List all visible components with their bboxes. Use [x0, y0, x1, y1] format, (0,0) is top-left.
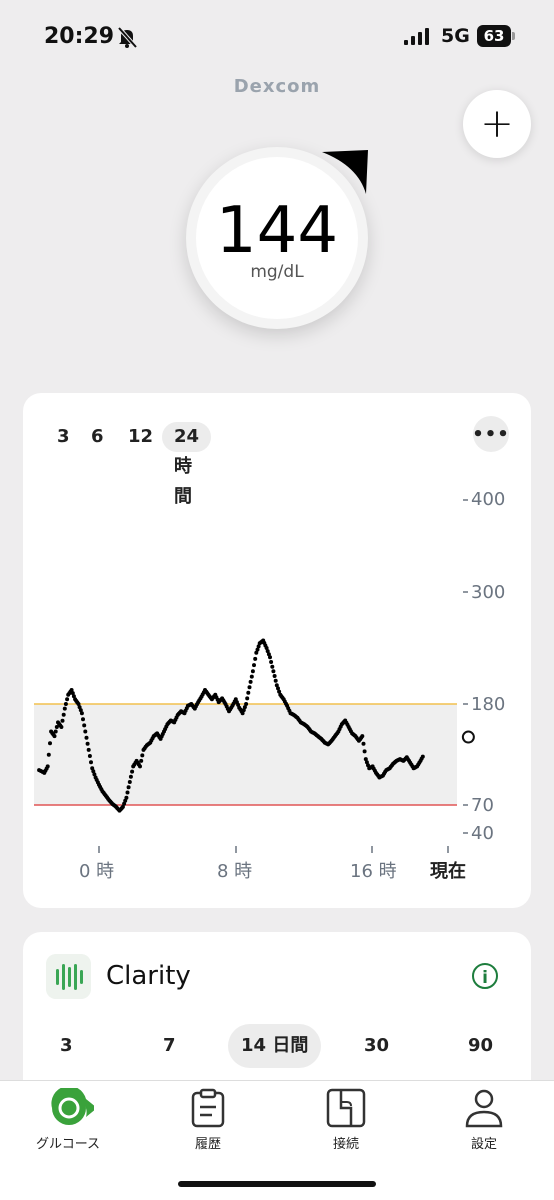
y-tick-label-70: 70	[471, 795, 494, 816]
glucose-point	[61, 712, 66, 717]
x-tick-label-now: 現在	[430, 861, 466, 882]
period-30d[interactable]: 30	[364, 1024, 389, 1068]
glucose-point	[130, 769, 135, 774]
glucose-icon	[51, 1088, 94, 1125]
clarity-icon	[46, 954, 91, 999]
tab-history-label: 履歴	[194, 1137, 221, 1152]
glucose-point	[138, 764, 142, 769]
glucose-point	[86, 747, 91, 752]
y-axis-ticks	[463, 499, 468, 834]
tab-glucose-label: グルコース	[35, 1137, 101, 1152]
clarity-title: Clarity	[106, 961, 191, 991]
glucose-point	[62, 706, 67, 711]
glucose-point	[126, 785, 131, 790]
glucose-point	[362, 749, 367, 754]
glucose-point	[269, 660, 274, 664]
glucose-point	[125, 790, 130, 795]
glucose-point	[46, 752, 51, 757]
glucose-point	[83, 729, 88, 734]
glucose-point	[248, 679, 253, 684]
home-indicator	[178, 1181, 376, 1187]
glucose-point	[52, 734, 57, 739]
glucose-point	[89, 760, 93, 765]
glucose-point	[81, 717, 85, 722]
tab-glucose[interactable]: グルコース	[18, 1088, 118, 1154]
glucose-point	[360, 734, 365, 739]
period-14d[interactable]: 14 日間	[228, 1024, 322, 1068]
glucose-point	[48, 741, 52, 746]
glucose-point	[250, 669, 255, 674]
glucose-point	[270, 664, 275, 669]
glucose-point	[139, 758, 144, 763]
x-tick-label-8: 8 時	[217, 861, 253, 882]
x-tick-label-0: 0 時	[79, 861, 115, 882]
y-tick-label-180: 180	[471, 694, 506, 715]
current-reading-marker	[461, 730, 475, 744]
glucose-point	[420, 754, 425, 759]
glucose-point	[63, 702, 68, 706]
glucose-point	[140, 753, 145, 758]
x-axis-ticks	[98, 846, 449, 853]
tab-settings[interactable]: 設定	[434, 1088, 534, 1154]
target-range-band	[34, 704, 457, 805]
y-tick-label-40: 40	[471, 823, 494, 844]
glucose-point	[271, 669, 276, 674]
glucose-point	[53, 729, 58, 734]
tab-settings-label: 設定	[470, 1137, 497, 1152]
glucose-point	[249, 674, 254, 679]
y-tick-label-300: 300	[471, 582, 506, 603]
glucose-point	[85, 741, 90, 746]
glucose-point	[84, 735, 89, 740]
x-tick-label-16: 16 時	[350, 861, 397, 882]
connection-icon	[326, 1088, 366, 1128]
glucose-point	[245, 696, 250, 701]
glucose-point	[247, 685, 252, 690]
period-90d[interactable]: 90	[468, 1024, 493, 1068]
glucose-point	[268, 655, 272, 660]
glucose-point	[273, 678, 278, 683]
period-3d[interactable]: 3	[60, 1024, 73, 1068]
glucose-point	[124, 795, 129, 800]
glucose-point	[246, 690, 251, 695]
history-icon	[191, 1088, 225, 1128]
tab-connection-label: 接続	[332, 1137, 359, 1152]
glucose-point	[87, 754, 92, 758]
glucose-point	[128, 774, 133, 779]
glucose-point	[60, 718, 65, 723]
glucose-point	[272, 674, 277, 678]
glucose-point	[252, 663, 256, 668]
glucose-point	[45, 764, 50, 769]
tab-connection[interactable]: 接続	[296, 1088, 396, 1154]
glucose-point	[253, 656, 258, 661]
glucose-point	[244, 702, 249, 706]
period-7d[interactable]: 7	[163, 1024, 176, 1068]
glucose-point	[82, 723, 87, 728]
glucose-point	[59, 725, 64, 729]
tab-history[interactable]: 履歴	[158, 1088, 258, 1154]
glucose-point	[361, 741, 366, 746]
glucose-point	[65, 697, 70, 702]
glucose-point	[79, 711, 84, 716]
y-tick-label-400: 400	[471, 489, 506, 510]
glucose-point	[127, 780, 132, 784]
info-icon[interactable]: i	[472, 963, 498, 989]
settings-icon	[465, 1089, 503, 1128]
